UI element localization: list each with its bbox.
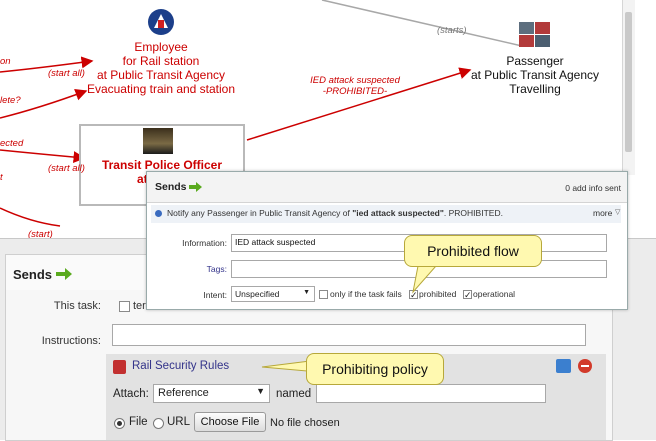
prohibiting-policy-callout: Prohibiting policy: [306, 353, 444, 385]
prohibited-flow-callout: Prohibited flow: [404, 235, 542, 267]
